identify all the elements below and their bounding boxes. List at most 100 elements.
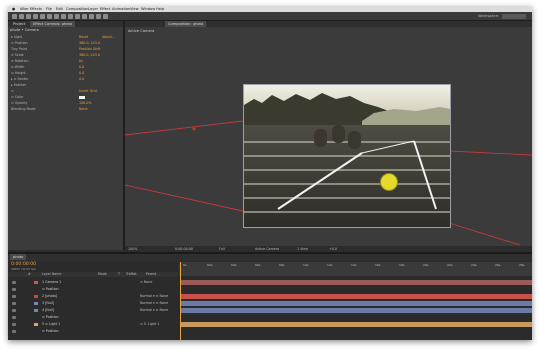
ruler-tick-label: 16s	[375, 263, 381, 267]
timeline-layer-row[interactable]: ⊙ Position	[8, 328, 532, 334]
effect-property-row[interactable]: ⊙ Height 0.0	[11, 71, 121, 76]
property-value[interactable]: 0.0	[79, 77, 84, 82]
pan-behind-tool-icon[interactable]	[47, 13, 52, 19]
timeline-layer-row[interactable]: ⊙ Position	[8, 286, 532, 292]
effect-property-row[interactable]: ⊙ Opacity 100.0%	[11, 101, 121, 106]
layer-color-label[interactable]	[34, 280, 38, 284]
photo-layer[interactable]	[243, 84, 451, 228]
layer-mode[interactable]: Normal ▾ ⊙ None	[140, 300, 168, 306]
layer-color-label[interactable]	[34, 294, 38, 298]
layer-name[interactable]: 2 [photo]	[42, 293, 57, 299]
effect-property-row[interactable]: ⊙ Scale 360.0, 243.0	[11, 53, 121, 58]
timeline-layer-row[interactable]: 5 ⊙ Light 1 ⊙ 5. Light 1	[8, 321, 532, 327]
layer-name[interactable]: ⊙ Position	[42, 328, 59, 334]
mask-tool-icon[interactable]	[54, 13, 59, 19]
visibility-eye-icon[interactable]	[12, 329, 16, 333]
layer-name[interactable]: ⊙ Position	[42, 286, 59, 292]
effect-property-row[interactable]: ▾ Light Reset About...	[11, 35, 121, 40]
ruler-tick-label: 06s	[255, 263, 261, 267]
effect-property-row[interactable]: ⊙ Invert Grid	[11, 89, 121, 94]
property-value[interactable]: 360.0, 243.0	[79, 53, 100, 58]
property-value[interactable]: Position Shift	[79, 47, 100, 52]
timeline-layer-row[interactable]: ⊙ Position	[8, 314, 532, 320]
effect-property-row[interactable]: ▸ ⊙ Border 0.0	[11, 77, 121, 82]
layer-color-label[interactable]	[34, 301, 38, 305]
property-value[interactable]: 0x	[79, 59, 83, 64]
timeline-fps: 00000 (30.00 fps)	[11, 267, 37, 271]
property-value[interactable]: 0.0	[79, 65, 84, 70]
tab-effect-controls[interactable]: Effect Controls: photo	[30, 21, 76, 27]
tab-timeline[interactable]: photo	[10, 254, 27, 260]
layer-mode[interactable]: ⊙ 5. Light 1	[140, 321, 159, 327]
property-label: Blending Mode	[11, 107, 36, 111]
effect-property-row[interactable]: ▸ Feather	[11, 83, 121, 88]
visibility-eye-icon[interactable]	[12, 287, 16, 291]
property-value[interactable]: Invert Grid	[79, 89, 97, 94]
effect-property-row[interactable]: ⊙ Color	[11, 95, 121, 100]
effect-property-row[interactable]: Tiny Point Position Shift	[11, 47, 121, 52]
layer-duration-bar[interactable]	[181, 279, 532, 285]
color-swatch[interactable]	[79, 96, 85, 99]
camera-tool-icon[interactable]	[40, 13, 45, 19]
zoom-tool-icon[interactable]	[26, 13, 31, 19]
layer-color-label[interactable]	[34, 308, 38, 312]
timeline-layer-row[interactable]: 4 [Null] Normal ▾ ⊙ None	[8, 307, 532, 313]
visibility-eye-icon[interactable]	[12, 308, 16, 312]
pen-tool-icon[interactable]	[61, 13, 66, 19]
text-tool-icon[interactable]	[68, 13, 73, 19]
workspace-selector[interactable]: Workspace:	[478, 12, 526, 20]
rotate-tool-icon[interactable]	[33, 13, 38, 19]
light-position-handle[interactable]	[380, 173, 398, 191]
eraser-tool-icon[interactable]	[89, 13, 94, 19]
composition-viewer[interactable]	[125, 33, 532, 245]
hand-tool-icon[interactable]	[19, 13, 24, 19]
layer-duration-bar[interactable]	[181, 321, 532, 327]
visibility-eye-icon[interactable]	[12, 315, 16, 319]
composition-panel: Composition: photo Active Camera 100% 0:…	[125, 21, 532, 252]
property-value[interactable]: 0.0	[79, 71, 84, 76]
ruler-tick-label: 26s	[495, 263, 501, 267]
layer-name[interactable]: 3 [Null]	[42, 300, 54, 306]
selection-tool-icon[interactable]	[12, 13, 17, 19]
visibility-eye-icon[interactable]	[12, 294, 16, 298]
visibility-eye-icon[interactable]	[12, 280, 16, 284]
layer-duration-bar[interactable]	[181, 307, 532, 313]
layer-mode[interactable]: Normal ▾ ⊙ None	[140, 293, 168, 299]
property-value[interactable]: Reset	[79, 35, 88, 40]
timeline-layer-row[interactable]: 1 Camera 1 ⊙ None	[8, 279, 532, 285]
effect-property-row[interactable]: Blending Mode None	[11, 107, 121, 112]
layer-name[interactable]: 4 [Null]	[42, 307, 54, 313]
timeline-panel: photo 0:00:00:00 00000 (30.00 fps) # Lay…	[8, 252, 532, 340]
col-layer-name: Layer Name	[42, 272, 62, 276]
left-panel-tabs: Project Effect Controls: photo	[8, 21, 123, 27]
ruler-tick-label: 18s	[399, 263, 405, 267]
clone-tool-icon[interactable]	[82, 13, 87, 19]
layer-color-label[interactable]	[34, 322, 38, 326]
property-value-secondary[interactable]: About...	[102, 35, 115, 40]
layer-duration-bar[interactable]	[181, 293, 532, 299]
timeline-layer-row[interactable]: 2 [photo] Normal ▾ ⊙ None	[8, 293, 532, 299]
effect-property-row[interactable]: ⊙ Position 360.0, 243.0	[11, 41, 121, 46]
property-value[interactable]: None	[79, 107, 88, 112]
visibility-eye-icon[interactable]	[12, 301, 16, 305]
layer-name[interactable]: 5 ⊙ Light 1	[42, 321, 60, 327]
effect-property-row[interactable]: ⊙ Width 0.0	[11, 65, 121, 70]
time-ruler[interactable]: 0s 02s 04s 06s 08s 10s 12s 14s 16s 18s 20s 22s 24s 26…	[179, 262, 532, 276]
roto-brush-tool-icon[interactable]	[96, 13, 101, 19]
ruler-tick-label: 12s	[327, 263, 333, 267]
property-value[interactable]: 100.0%	[79, 101, 92, 106]
puppet-tool-icon[interactable]	[103, 13, 108, 19]
effect-property-row[interactable]: ⊙ Rotation 0x	[11, 59, 121, 64]
layer-mode[interactable]: ⊙ None	[140, 279, 152, 285]
visibility-eye-icon[interactable]	[12, 322, 16, 326]
current-time-indicator[interactable]	[180, 262, 181, 340]
brush-tool-icon[interactable]	[75, 13, 80, 19]
layer-name[interactable]: ⊙ Position	[42, 314, 59, 320]
layer-duration-bar[interactable]	[181, 300, 532, 306]
tab-composition[interactable]: Composition: photo	[165, 21, 207, 27]
timeline-layer-row[interactable]: 3 [Null] Normal ▾ ⊙ None	[8, 300, 532, 306]
tab-project[interactable]: Project	[10, 21, 29, 27]
layer-name[interactable]: 1 Camera 1	[42, 279, 61, 285]
layer-mode[interactable]: Normal ▾ ⊙ None	[140, 307, 168, 313]
property-value[interactable]: 360.0, 243.0	[79, 41, 100, 46]
